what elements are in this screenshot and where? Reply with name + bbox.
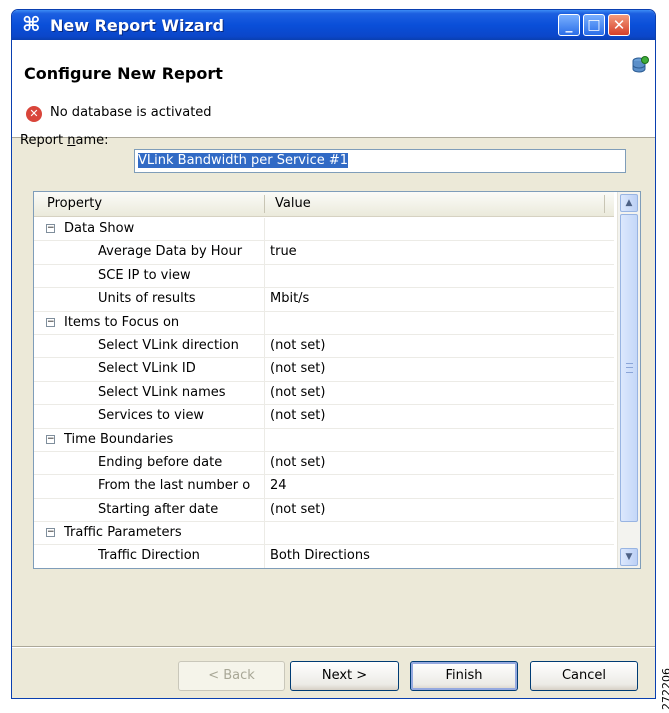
close-button[interactable]: ✕ [608,14,630,36]
property-name: Average Data by Hour [98,244,243,260]
error-message: No database is activated [50,105,212,120]
property-value[interactable]: (not set) [270,408,325,423]
property-name: Data Show [64,221,135,236]
page-title: Configure New Report [24,64,223,83]
title-bar[interactable]: ⌘ New Report Wizard _ □ ✕ [12,10,655,40]
property-name: Select VLink direction [98,337,239,353]
property-name: Items to Focus on [64,314,180,330]
vertical-scrollbar[interactable]: ▲ ▼ [617,192,640,568]
property-name: Traffic Parameters [64,525,182,541]
property-row[interactable]: Units of results Mbit/s [34,288,614,312]
property-rows: − Data Show Average Data by Hour true SCE IP… [34,218,614,568]
column-header-value[interactable]: Value [275,196,311,211]
property-value[interactable]: 24 [270,478,287,493]
property-value[interactable]: Both Directions [270,548,370,563]
property-row[interactable]: From the last number o 24 [34,475,614,499]
property-row[interactable]: Average Data by Hour true [34,241,614,265]
cell-divider [264,288,265,311]
property-name: Time Boundaries [64,431,174,447]
cell-divider [264,358,265,381]
column-divider[interactable] [604,195,605,213]
property-value[interactable]: (not set) [270,455,325,470]
table-header: Property Value [34,192,614,217]
property-name: SCE IP to view [98,267,191,283]
wizard-header: Configure New Report ✕ No database is ac… [12,40,655,138]
cell-divider [264,334,265,358]
collapse-toggle-icon[interactable]: − [46,528,55,538]
property-name: From the last number o [98,478,251,494]
property-row[interactable]: SCE IP to view [34,264,614,289]
footer-divider [12,646,655,648]
next-button[interactable]: Next > [290,661,399,691]
report-name-input[interactable]: VLink Bandwidth per Service #1 [134,149,626,173]
collapse-toggle-icon[interactable]: − [46,224,55,233]
scroll-down-button[interactable]: ▼ [620,548,638,566]
collapse-toggle-icon[interactable]: − [46,317,55,327]
back-button[interactable]: < Back [178,661,285,691]
grip-icon [626,363,633,373]
property-row[interactable]: Starting after date (not set) [34,498,614,523]
wizard-window: ⌘ New Report Wizard _ □ ✕ Configure New … [11,9,656,699]
group-row[interactable]: − Time Boundaries [34,428,614,452]
property-row[interactable]: Select VLink ID (not set) [34,358,614,382]
property-value[interactable]: Mbit/s [270,291,309,306]
report-name-label: Report name: [20,133,109,148]
property-value[interactable]: (not set) [270,338,325,353]
property-value[interactable]: true [270,244,297,259]
properties-table: Property Value − Data Show Average Data by… [33,191,641,569]
cell-divider [264,241,265,264]
property-row[interactable]: Ending before date (not set) [34,451,614,476]
window-title: New Report Wizard [50,16,224,35]
cell-divider [264,264,265,288]
cell-divider [264,545,265,568]
property-name: Starting after date [98,501,219,517]
cell-divider [264,405,265,428]
cell-divider [264,522,265,545]
property-value[interactable]: (not set) [270,502,325,517]
property-row[interactable]: Select VLink direction (not set) [34,334,614,359]
property-row[interactable]: Select VLink names (not set) [34,381,614,406]
property-name: Units of results [98,291,196,307]
cell-divider [264,451,265,475]
app-icon: ⌘ [22,12,41,36]
scroll-up-button[interactable]: ▲ [620,194,638,212]
cell-divider [264,498,265,522]
property-value[interactable]: (not set) [270,361,325,376]
minimize-button[interactable]: _ [558,14,580,36]
cancel-button[interactable]: Cancel [530,661,638,691]
column-header-property[interactable]: Property [47,196,102,211]
column-divider[interactable] [264,195,265,213]
cell-divider [264,311,265,334]
property-row[interactable]: Traffic Direction Both Directions [34,545,614,568]
error-icon: ✕ [26,106,42,122]
property-name: Select VLink names [98,384,226,400]
figure-id: 272206 [660,668,669,710]
property-name: Select VLink ID [98,361,196,377]
database-icon [632,56,649,73]
maximize-button[interactable]: □ [583,14,605,36]
collapse-toggle-icon[interactable]: − [46,434,55,444]
cell-divider [264,381,265,405]
property-row[interactable]: Services to view (not set) [34,405,614,429]
property-name: Ending before date [98,454,223,470]
cell-divider [264,218,265,241]
property-value[interactable]: (not set) [270,385,325,400]
cell-divider [264,475,265,498]
group-row[interactable]: − Items to Focus on [34,311,614,335]
property-name: Services to view [98,408,205,424]
group-row[interactable]: − Data Show [34,218,614,242]
finish-button[interactable]: Finish [410,661,518,691]
property-name: Traffic Direction [98,548,200,564]
cell-divider [264,428,265,451]
group-row[interactable]: − Traffic Parameters [34,522,614,546]
scroll-thumb[interactable] [620,214,638,522]
